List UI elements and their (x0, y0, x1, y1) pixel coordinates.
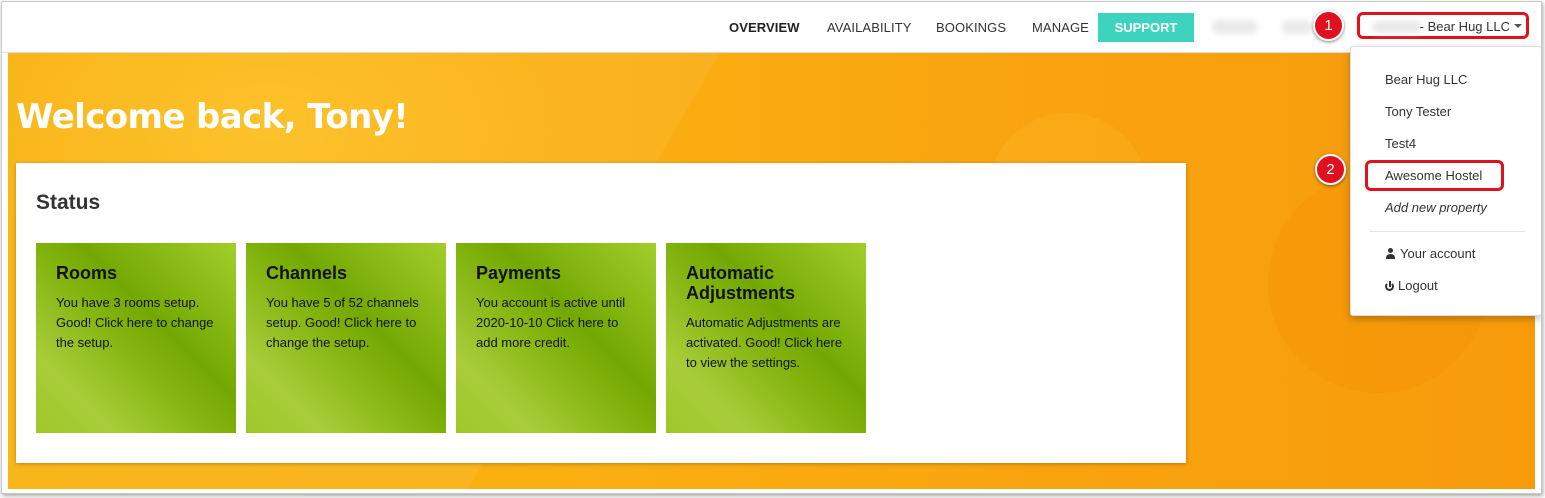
menu-item-label: Logout (1398, 278, 1438, 293)
menu-item-label: Your account (1400, 246, 1476, 261)
menu-item-logout[interactable]: Logout (1385, 278, 1438, 293)
power-icon (1385, 281, 1394, 291)
status-title: Status (36, 191, 101, 214)
menu-item-bear-hug-llc[interactable]: Bear Hug LLC (1385, 72, 1467, 87)
nav-manage[interactable]: MANAGE (1032, 20, 1089, 35)
tile-text: Automatic Adjustments are activated. Goo… (686, 315, 843, 370)
tile-text: You have 5 of 52 channels setup. Good! C… (266, 295, 419, 350)
tile-text: You account is active until 2020-10-10 C… (476, 295, 626, 350)
menu-divider (1369, 231, 1525, 232)
menu-item-your-account[interactable]: Your account (1385, 246, 1475, 261)
step-badge-2: 2 (1315, 154, 1346, 185)
app-window: OVERVIEW AVAILABILITY BOOKINGS MANAGE SU… (1, 1, 1542, 494)
nav-bookings[interactable]: BOOKINGS (936, 20, 1006, 35)
blurred-nav-item[interactable] (1212, 20, 1257, 34)
tile-title: Channels (266, 263, 348, 283)
blurred-nav-item[interactable] (1282, 20, 1312, 34)
caret-down-icon (1514, 24, 1522, 28)
tile-channels[interactable]: Channels You have 5 of 52 channels setup… (246, 243, 446, 433)
welcome-heading: Welcome back, Tony! (16, 97, 409, 137)
menu-item-test4[interactable]: Test4 (1385, 136, 1416, 151)
menu-item-tony-tester[interactable]: Tony Tester (1385, 104, 1451, 119)
highlight-awesome-hostel (1365, 160, 1504, 191)
nav-availability[interactable]: AVAILABILITY (827, 20, 912, 35)
user-icon (1385, 248, 1396, 259)
tile-automatic-adjustments[interactable]: Automatic Adjustments Automatic Adjustme… (666, 243, 866, 433)
tile-title: Automatic Adjustments (686, 263, 796, 303)
tile-rooms[interactable]: Rooms You have 3 rooms setup. Good! Clic… (36, 243, 236, 433)
account-label: - Bear Hug LLC (1419, 19, 1510, 34)
tile-title: Rooms (56, 263, 118, 283)
status-panel: Status Rooms You have 3 rooms setup. Goo… (16, 163, 1186, 463)
nav-overview[interactable]: OVERVIEW (729, 20, 800, 35)
tile-payments[interactable]: Payments You account is active until 202… (456, 243, 656, 433)
tile-title: Payments (476, 263, 562, 283)
account-dropdown[interactable]: - Bear Hug LLC (1357, 12, 1529, 39)
support-button[interactable]: SUPPORT (1098, 13, 1194, 42)
menu-item-add-new-property[interactable]: Add new property (1385, 200, 1487, 215)
blurred-account-name (1372, 21, 1422, 33)
tile-text: You have 3 rooms setup. Good! Click here… (56, 295, 214, 350)
top-navbar: OVERVIEW AVAILABILITY BOOKINGS MANAGE SU… (2, 2, 1541, 53)
step-badge-1: 1 (1313, 10, 1344, 41)
